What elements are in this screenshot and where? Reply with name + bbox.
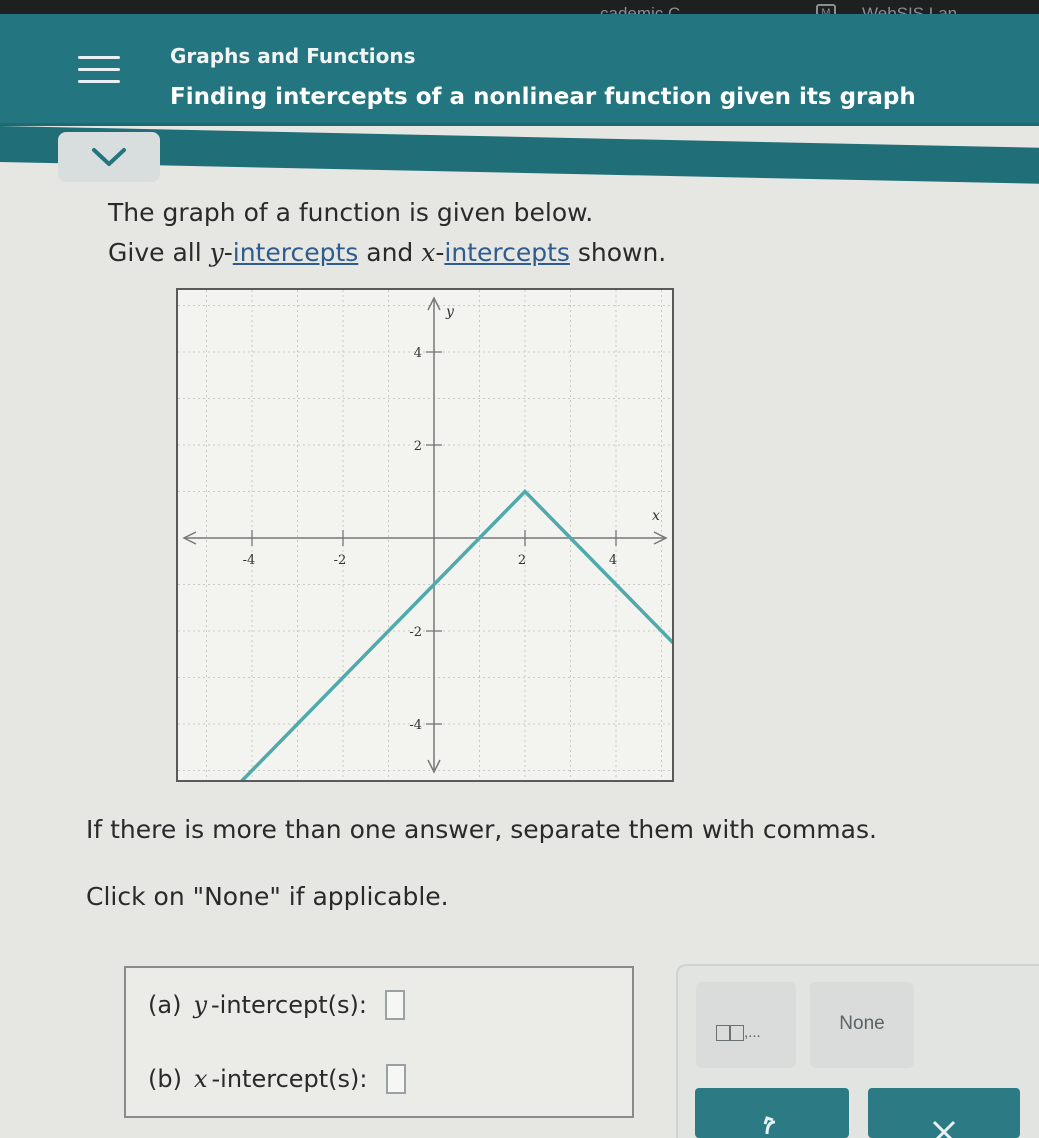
x-tick-label: -4 [243, 553, 256, 568]
x-tick-label: 4 [609, 553, 617, 568]
undo-button[interactable] [695, 1088, 849, 1138]
placeholder-box-icon [716, 1025, 730, 1042]
x-variable: x [193, 1065, 208, 1093]
none-button[interactable]: None [810, 982, 914, 1068]
x-tick-label: -2 [334, 553, 347, 568]
hamburger-icon[interactable] [78, 56, 120, 86]
y-tick-label: -2 [409, 625, 422, 640]
x-intercept-label: -intercept(s): [211, 1065, 368, 1093]
function-line [227, 488, 686, 795]
collapse-button[interactable] [58, 132, 160, 182]
x-axis-label: x [652, 508, 660, 524]
prompt-and: and [358, 238, 422, 267]
comma-list-key[interactable]: ,... [696, 982, 796, 1068]
x-tick-label: 2 [518, 553, 526, 568]
undo-icon [763, 1116, 776, 1135]
chevron-down-icon [92, 148, 126, 166]
y-intercept-label: -intercept(s): [211, 991, 367, 1019]
prompt-dash: - [223, 238, 233, 267]
placeholder-box-icon [730, 1025, 744, 1042]
graph-panel: -4 -2 2 4 4 2 -2 -4 x y [176, 288, 686, 795]
instruction-none: Click on "None" if applicable. [86, 882, 449, 911]
y-tick-label: 4 [414, 346, 422, 361]
y-axis-label: y [445, 304, 455, 320]
intercepts-link-2[interactable]: intercepts [444, 238, 570, 267]
topic-title: Graphs and Functions [170, 44, 416, 68]
comma-list-glyph: ,... [716, 1024, 761, 1042]
y-tick-label: -4 [409, 718, 422, 733]
x-intercept-row: (b) x -intercept(s): [148, 1064, 406, 1094]
lesson-header: Graphs and Functions Finding intercepts … [0, 14, 1039, 126]
function-graph: -4 -2 2 4 4 2 -2 -4 x y [178, 290, 686, 795]
prompt-line-1: The graph of a function is given below. [108, 198, 594, 227]
prompt-line-2: Give all y-intercepts and x-intercepts s… [108, 238, 666, 267]
y-intercept-row: (a) y -intercept(s): [148, 990, 405, 1020]
lesson-title: Finding intercepts of a nonlinear functi… [170, 84, 916, 110]
prompt-suffix: shown. [569, 238, 667, 267]
y-tick-label: 2 [414, 439, 422, 454]
y-intercept-input[interactable] [384, 990, 405, 1020]
part-a-label: (a) [148, 991, 182, 1019]
close-icon [932, 1120, 956, 1138]
x-variable: x [421, 238, 436, 267]
part-b-label: (b) [148, 1065, 182, 1093]
x-intercept-input[interactable] [385, 1064, 406, 1094]
comma-ellipsis: ,... [744, 1024, 761, 1041]
answer-box: (a) y -intercept(s): (b) x -intercept(s)… [124, 966, 634, 1118]
y-variable: y [209, 238, 224, 267]
y-variable: y [193, 991, 207, 1019]
instruction-commas: If there is more than one answer, separa… [86, 815, 877, 844]
intercepts-link-1[interactable]: intercepts [233, 238, 359, 267]
clear-button[interactable] [868, 1088, 1020, 1138]
prompt-text: Give all [108, 238, 210, 267]
